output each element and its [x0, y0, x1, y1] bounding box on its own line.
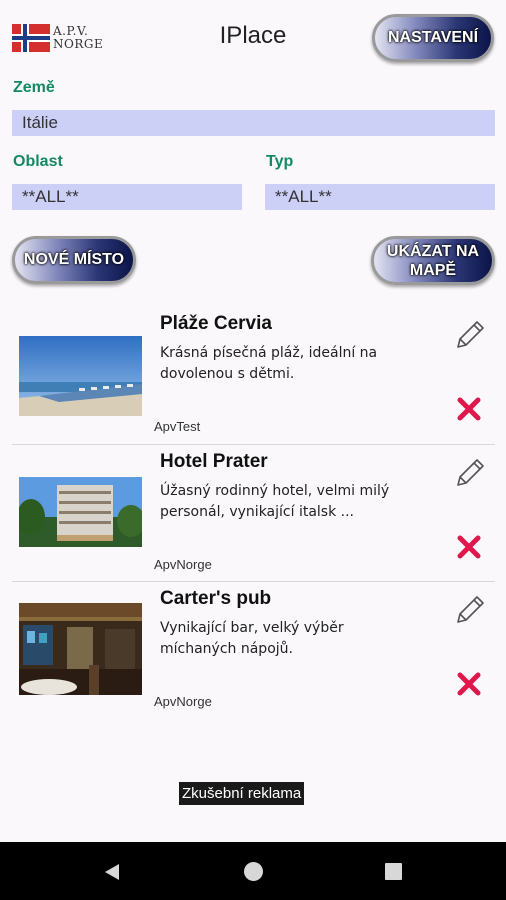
logo-text-line2: NORGE — [53, 37, 104, 51]
place-author: ApvNorge — [154, 694, 212, 709]
delete-x-icon[interactable] — [455, 533, 483, 561]
list-item[interactable]: Hotel Prater Úžasný rodinný hotel, velmi… — [12, 445, 495, 582]
place-title: Hotel Prater — [160, 451, 268, 472]
pencil-icon[interactable] — [450, 592, 488, 630]
settings-button[interactable]: NASTAVENÍ — [372, 14, 494, 62]
delete-x-icon[interactable] — [455, 670, 483, 698]
delete-x-icon[interactable] — [455, 395, 483, 423]
region-label: Oblast — [13, 153, 63, 170]
type-select[interactable]: **ALL** — [265, 184, 495, 210]
apv-norge-logo: A.P.V. NORGE — [12, 22, 112, 54]
app-title: IPlace — [219, 22, 287, 49]
home-circle-icon[interactable] — [244, 862, 263, 881]
show-map-line2: MAPĚ — [409, 261, 457, 279]
norway-flag-icon — [12, 24, 50, 52]
type-label: Typ — [266, 153, 294, 170]
place-author: ApvNorge — [154, 557, 212, 572]
country-select[interactable]: Itálie — [12, 110, 495, 136]
country-label: Země — [13, 79, 55, 96]
place-author: ApvTest — [154, 419, 201, 434]
place-title: Pláže Cervia — [160, 313, 272, 334]
list-item[interactable]: Pláže Cervia Krásná písečná pláž, ideáln… — [12, 307, 495, 444]
test-ad-banner[interactable]: Zkušební reklama — [179, 782, 305, 805]
back-triangle-icon[interactable] — [103, 863, 121, 881]
new-place-button[interactable]: NOVÉ MÍSTO — [12, 236, 136, 284]
region-select[interactable]: **ALL** — [12, 184, 242, 210]
place-description: Vynikající bar, velký výběr míchaných ná… — [160, 620, 344, 657]
pencil-icon[interactable] — [450, 317, 488, 355]
place-description: Krásná písečná pláž, ideální na dovoleno… — [160, 345, 378, 382]
beach-photo — [19, 336, 142, 416]
recent-square-icon[interactable] — [385, 863, 402, 880]
pub-photo — [19, 603, 142, 695]
show-map-line1: UKÁZAT NA — [386, 242, 480, 260]
hotel-photo — [19, 477, 142, 547]
place-title: Carter's pub — [160, 588, 272, 609]
place-description: Úžasný rodinný hotel, velmi milý personá… — [160, 483, 390, 520]
show-on-map-button[interactable]: UKÁZAT NA MAPĚ — [371, 236, 495, 285]
pencil-icon[interactable] — [450, 455, 488, 493]
list-item[interactable]: Carter's pub Vynikající bar, velký výběr… — [12, 582, 495, 719]
